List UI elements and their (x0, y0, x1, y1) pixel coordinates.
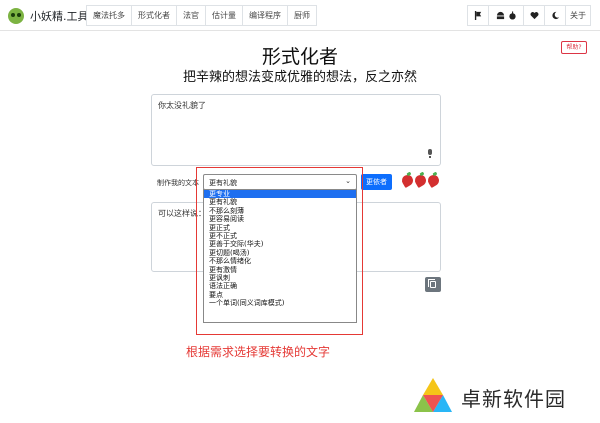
annotation-frame (196, 167, 363, 335)
tab-magic-todo[interactable]: 魔法托多 (86, 5, 132, 26)
apple-icon (508, 11, 516, 20)
brand-name: 小妖精.工具 (30, 9, 89, 23)
chili-pepper-icon (412, 172, 429, 189)
input-textarea[interactable]: 你太没礼貌了 (151, 94, 441, 166)
tab-chef[interactable]: 厨师 (287, 5, 317, 26)
tab-formalizer[interactable]: 形式化者 (131, 5, 177, 26)
tab-compiler[interactable]: 编译程序 (242, 5, 288, 26)
spiciness-indicator[interactable] (399, 172, 442, 189)
tab-judge[interactable]: 法官 (176, 5, 206, 26)
page-title: 形式化者 (261, 46, 338, 68)
tab-estimator[interactable]: 估计量 (205, 5, 243, 26)
copy-button[interactable] (425, 277, 441, 292)
help-button[interactable]: 帮助? (561, 41, 587, 54)
rewrite-button[interactable]: 更依者 (361, 174, 392, 190)
page-subtitle: 把辛辣的想法变成优雅的想法，反之亦然 (182, 70, 417, 85)
chili-pepper-icon (425, 172, 442, 189)
theme-toggle-button[interactable] (544, 5, 566, 26)
chili-pepper-icon (399, 172, 416, 189)
annotation-text: 根据需求选择要转换的文字 (186, 345, 331, 359)
android-icon (496, 11, 504, 20)
input-text: 你太没礼貌了 (158, 101, 206, 110)
watermark-text: 卓新软件园 (461, 387, 566, 411)
moon-icon (551, 11, 559, 20)
flag-icon (474, 11, 481, 20)
goblin-logo-icon (8, 7, 24, 24)
about-button[interactable]: 关于 (565, 5, 591, 26)
watermark-logo-icon (414, 378, 452, 412)
nav-actions: 关于 (467, 5, 591, 26)
brand[interactable]: 小妖精.工具 (8, 6, 89, 25)
heart-icon (530, 12, 538, 20)
microphone-icon[interactable] (427, 149, 433, 158)
flag-button[interactable] (467, 5, 489, 26)
favorite-button[interactable] (523, 5, 545, 26)
copy-icon (428, 279, 436, 288)
tool-tabs: 魔法托多 形式化者 法官 估计量 编译程序 厨师 (86, 5, 317, 26)
make-text-label: 制作我的文本 (157, 179, 199, 187)
top-navbar: 小妖精.工具 魔法托多 形式化者 法官 估计量 编译程序 厨师 关于 (0, 0, 600, 31)
platforms-button[interactable] (488, 5, 524, 26)
